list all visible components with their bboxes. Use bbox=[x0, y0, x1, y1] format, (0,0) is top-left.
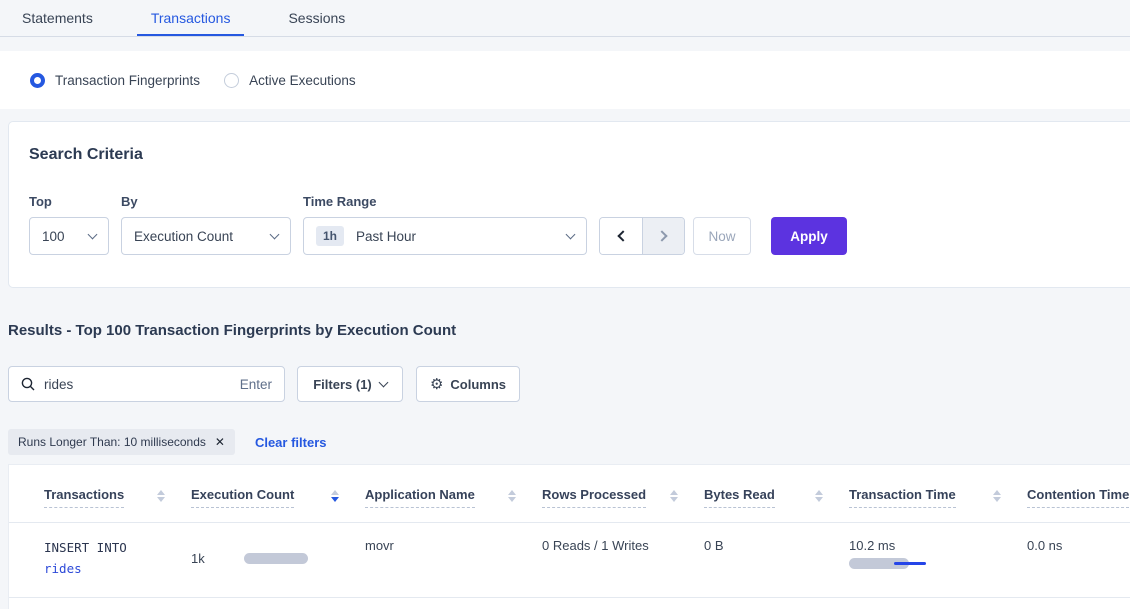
tab-sessions[interactable]: Sessions bbox=[274, 0, 359, 36]
sort-icon[interactable] bbox=[157, 490, 165, 502]
sort-icon[interactable] bbox=[815, 490, 823, 502]
sort-icon-active-desc[interactable] bbox=[331, 490, 339, 502]
sort-icon[interactable] bbox=[993, 490, 1001, 502]
sort-icon[interactable] bbox=[670, 490, 678, 502]
tab-transactions[interactable]: Transactions bbox=[137, 0, 245, 36]
column-header-rows-processed: Rows Processed bbox=[542, 487, 704, 508]
remove-filter-icon[interactable]: ✕ bbox=[215, 435, 225, 449]
chevron-right-icon bbox=[656, 230, 667, 241]
by-label: By bbox=[121, 194, 291, 209]
apply-button[interactable]: Apply bbox=[771, 217, 847, 255]
column-header-transactions: Transactions bbox=[44, 487, 191, 508]
execution-count-cell: 1k bbox=[191, 535, 365, 579]
transaction-time-bar-stddev bbox=[894, 562, 926, 565]
application-name-cell: movr bbox=[365, 535, 542, 579]
filters-button[interactable]: Filters (1) bbox=[297, 366, 403, 402]
contention-time-cell: 0.0 ns bbox=[1027, 535, 1130, 579]
search-criteria-panel: Search Criteria Top 100 By Execution Cou… bbox=[8, 121, 1130, 288]
top-field: Top 100 bbox=[29, 194, 109, 255]
clear-filters-link[interactable]: Clear filters bbox=[255, 435, 327, 450]
time-next-button[interactable] bbox=[642, 218, 684, 254]
top-select[interactable]: 100 bbox=[29, 217, 109, 255]
filters-button-label: Filters (1) bbox=[313, 377, 372, 392]
radio-selected-icon bbox=[30, 73, 45, 88]
radio-transaction-fingerprints[interactable]: Transaction Fingerprints bbox=[30, 73, 200, 88]
column-header-application-name: Application Name bbox=[365, 487, 542, 508]
time-prev-button[interactable] bbox=[600, 218, 642, 254]
radio-unselected-icon bbox=[224, 73, 239, 88]
search-icon bbox=[21, 377, 35, 391]
radio-label: Active Executions bbox=[249, 73, 356, 88]
enter-hint: Enter bbox=[240, 377, 272, 392]
chevron-down-icon bbox=[88, 230, 98, 240]
search-input[interactable] bbox=[44, 377, 240, 392]
table-header-row: Transactions Execution Count Application… bbox=[9, 465, 1130, 523]
filter-chip: Runs Longer Than: 10 milliseconds ✕ bbox=[8, 429, 235, 455]
columns-button[interactable]: ⚙ Columns bbox=[416, 366, 520, 402]
column-header-bytes-read: Bytes Read bbox=[704, 487, 849, 508]
chevron-left-icon bbox=[617, 230, 628, 241]
radio-active-executions[interactable]: Active Executions bbox=[224, 73, 356, 88]
transaction-statement: INSERT INTO bbox=[44, 538, 191, 559]
applied-filters-row: Runs Longer Than: 10 milliseconds ✕ Clea… bbox=[8, 429, 1130, 455]
results-toolbar: Enter Filters (1) ⚙ Columns bbox=[8, 366, 1130, 402]
by-select-value: Execution Count bbox=[134, 229, 233, 244]
results-heading: Results - Top 100 Transaction Fingerprin… bbox=[8, 322, 1130, 339]
radio-label: Transaction Fingerprints bbox=[55, 73, 200, 88]
by-field: By Execution Count bbox=[121, 194, 291, 255]
time-range-field: Time Range 1h Past Hour bbox=[303, 194, 587, 255]
filter-chip-label: Runs Longer Than: 10 milliseconds bbox=[18, 435, 206, 449]
gear-icon: ⚙ bbox=[430, 375, 443, 393]
columns-button-label: Columns bbox=[450, 377, 506, 392]
chevron-down-icon bbox=[566, 230, 576, 240]
table-row[interactable]: INSERT INTO rides 1k movr 0 Reads / 1 Wr… bbox=[9, 523, 1130, 598]
search-box[interactable]: Enter bbox=[8, 366, 285, 402]
transaction-fingerprint-cell: INSERT INTO rides bbox=[44, 535, 191, 579]
transaction-time-value: 10.2 ms bbox=[849, 538, 1027, 553]
top-tabbar: Statements Transactions Sessions bbox=[0, 0, 1130, 37]
time-range-badge: 1h bbox=[316, 226, 344, 246]
transaction-time-cell: 10.2 ms bbox=[849, 535, 1027, 579]
column-header-transaction-time: Transaction Time bbox=[849, 487, 1027, 508]
column-header-execution-count: Execution Count bbox=[191, 487, 365, 508]
transaction-link[interactable]: rides bbox=[44, 561, 82, 576]
execution-count-bar bbox=[244, 553, 308, 564]
view-mode-bar: Transaction Fingerprints Active Executio… bbox=[0, 51, 1130, 109]
rows-processed-cell: 0 Reads / 1 Writes bbox=[542, 535, 704, 579]
top-label: Top bbox=[29, 194, 109, 209]
chevron-down-icon bbox=[270, 230, 280, 240]
time-range-select[interactable]: 1h Past Hour bbox=[303, 217, 587, 255]
column-header-contention-time: Contention Time bbox=[1027, 487, 1130, 508]
bytes-read-cell: 0 B bbox=[704, 535, 849, 579]
time-range-value: Past Hour bbox=[356, 229, 416, 244]
time-range-label: Time Range bbox=[303, 194, 587, 209]
by-select[interactable]: Execution Count bbox=[121, 217, 291, 255]
now-button[interactable]: Now bbox=[693, 217, 751, 255]
results-table-card: Transactions Execution Count Application… bbox=[8, 464, 1130, 609]
time-nav-group bbox=[599, 217, 685, 255]
chevron-down-icon bbox=[378, 378, 388, 388]
transaction-time-bar bbox=[849, 558, 929, 569]
tab-statements[interactable]: Statements bbox=[8, 0, 107, 36]
sort-icon[interactable] bbox=[508, 490, 516, 502]
top-select-value: 100 bbox=[42, 229, 65, 244]
execution-count-value: 1k bbox=[191, 551, 244, 566]
search-criteria-title: Search Criteria bbox=[29, 146, 1110, 164]
